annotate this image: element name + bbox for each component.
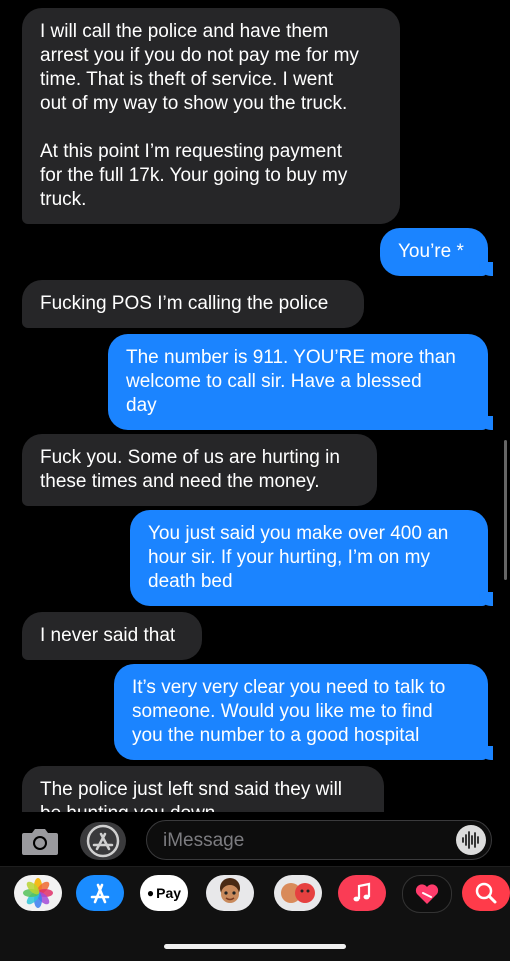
camera-icon[interactable] — [20, 825, 60, 857]
apple-logo-icon: ● — [146, 886, 155, 900]
waveform-icon — [462, 831, 479, 849]
digital-touch-app-icon[interactable] — [402, 875, 452, 913]
incoming-message[interactable]: I never said that — [22, 612, 202, 660]
images-search-app-icon[interactable] — [462, 875, 510, 911]
memoji-stickers-app-icon[interactable] — [274, 875, 322, 911]
outgoing-message[interactable]: You just said you make over 400 an hour … — [130, 510, 493, 606]
home-indicator[interactable] — [164, 944, 346, 949]
apple-pay-app-icon[interactable]: ● Pay — [140, 875, 188, 911]
memoji-app-icon[interactable] — [206, 875, 254, 911]
apps-button[interactable] — [80, 822, 126, 860]
message-input-placeholder: iMessage — [163, 830, 245, 851]
outgoing-message[interactable]: The number is 911. YOU’RE more than welc… — [108, 334, 493, 430]
message-thread[interactable]: I will call the police and have them arr… — [0, 0, 510, 812]
message-input[interactable]: iMessage — [146, 820, 492, 860]
incoming-message[interactable]: The police just left snd said they will … — [22, 766, 384, 812]
app-store-app-icon[interactable] — [76, 875, 124, 911]
outgoing-message[interactable]: You’re * — [380, 228, 493, 276]
incoming-message[interactable]: Fucking POS I’m calling the police — [22, 280, 364, 328]
outgoing-message[interactable]: It’s very very clear you need to talk to… — [114, 664, 493, 760]
apple-pay-label: Pay — [156, 885, 182, 901]
app-store-icon — [86, 824, 120, 858]
music-app-icon[interactable] — [338, 875, 386, 911]
incoming-message[interactable]: Fuck you. Some of us are hurting in thes… — [22, 434, 377, 506]
incoming-message[interactable]: I will call the police and have them arr… — [22, 8, 400, 224]
photos-app-icon[interactable] — [14, 875, 62, 911]
scroll-indicator[interactable] — [504, 440, 507, 580]
audio-message-button[interactable] — [456, 825, 486, 855]
